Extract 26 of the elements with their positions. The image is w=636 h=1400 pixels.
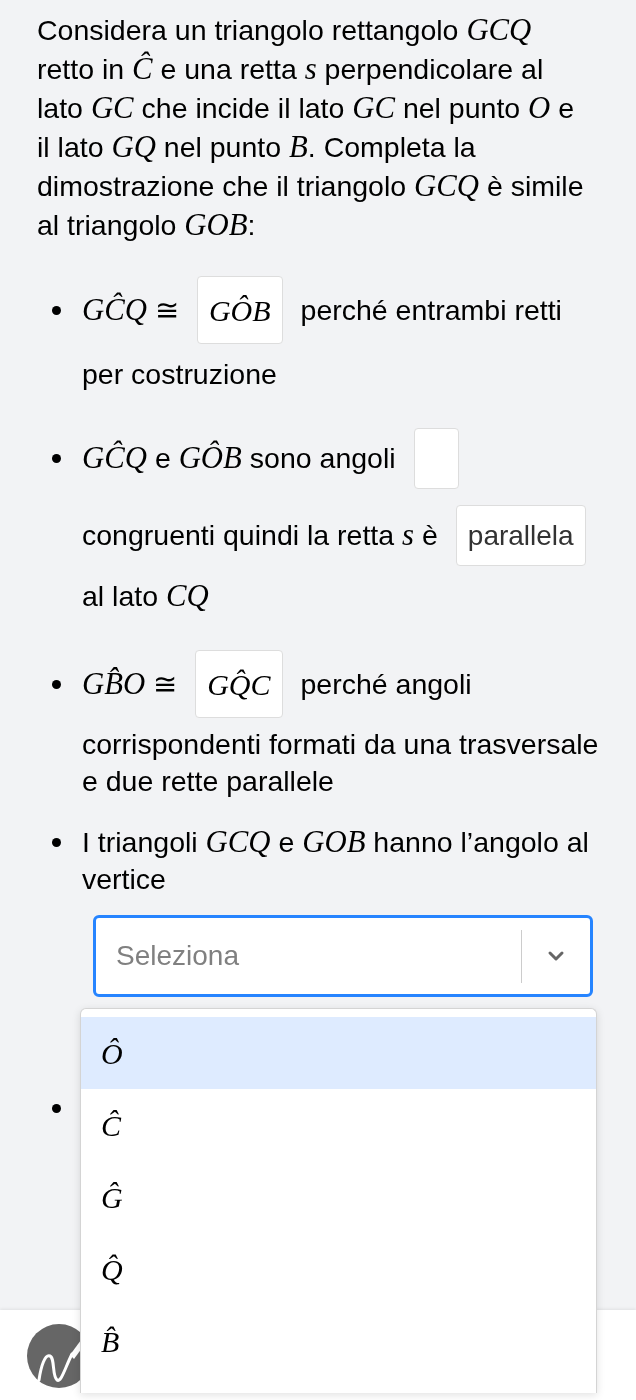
step-text: GB̂O ≅ [82, 665, 178, 703]
dropdown-option[interactable]: Ĝ [81, 1161, 596, 1233]
dropdown-option[interactable]: B̂ [81, 1305, 596, 1377]
bullet-icon [52, 679, 61, 689]
dropdown-option[interactable]: Ĉ [81, 1089, 596, 1161]
step-text: corrispondenti formati da una trasversale e due rette parallele [82, 727, 600, 799]
step-text: GĈQ ≅ [82, 291, 179, 329]
step-text: GĈQ e GÔB sono angoli [82, 440, 396, 477]
step-text: perché angoli [300, 666, 472, 702]
bullet-icon [52, 838, 61, 847]
answer-box[interactable]: parallela [455, 505, 586, 566]
select-field[interactable]: Seleziona [93, 915, 593, 997]
bullet-icon [52, 305, 61, 315]
step-text: al lato CQ [82, 577, 209, 615]
bullet-icon [52, 1104, 61, 1113]
step-text: perché entrambi retti [300, 292, 562, 328]
answer-box[interactable]: GQ̂C [195, 650, 283, 718]
answer-box[interactable] [413, 428, 459, 489]
dropdown-option[interactable]: Q̂ [81, 1233, 596, 1305]
step-text: per costruzione [82, 356, 277, 392]
step-text: congruenti quindi la retta s è [82, 517, 438, 554]
dropdown-option[interactable]: Ô [81, 1017, 596, 1089]
question-text: Considera un triangolo rettangolo GCQ retto in Ĉ e una retta s perpendicolare al lato GC che incide il lato GC nel punto O e il lato GQ nel punto B. Completa la dimostrazione che il triangolo GCQ è simile al triangolo GOB: [37, 12, 585, 244]
bullet-icon [52, 454, 61, 463]
answer-box[interactable]: GÔB [196, 276, 283, 344]
step-text: I triangoli GCQ e GOB hanno l’angolo al vertice [82, 824, 590, 897]
